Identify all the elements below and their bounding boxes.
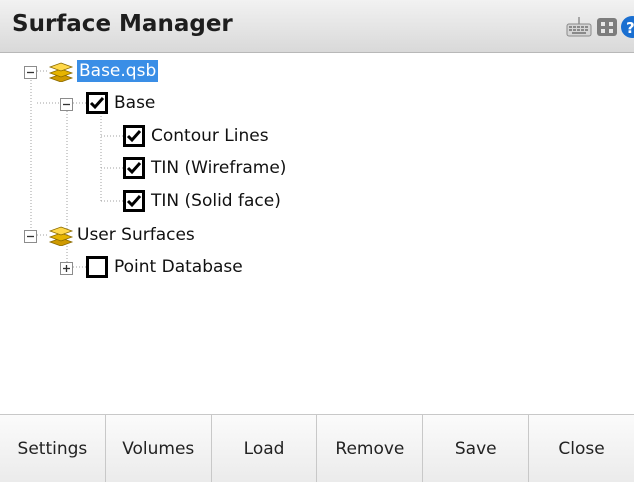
tree-node-label: Base (114, 93, 156, 113)
tree-node-label: Point Database (114, 257, 243, 277)
checkbox-tin-wireframe[interactable] (123, 157, 145, 179)
save-button[interactable]: Save (423, 415, 530, 482)
collapse-toggle[interactable] (24, 228, 37, 243)
tree-node-base-qsb[interactable]: Base.qsb (48, 56, 159, 86)
checkbox-base[interactable] (86, 92, 108, 114)
close-button[interactable]: Close (529, 415, 634, 482)
svg-text:?: ? (626, 19, 634, 37)
tree-node-label: Contour Lines (151, 126, 269, 146)
window-title: Surface Manager (12, 11, 233, 37)
help-icon[interactable]: ? (620, 16, 634, 42)
load-button[interactable]: Load (211, 415, 318, 482)
expand-toggle[interactable] (60, 260, 73, 275)
tree-node-base[interactable]: Base (86, 88, 155, 118)
grid-icon[interactable] (596, 16, 618, 42)
tree-node-label: User Surfaces (77, 225, 195, 245)
tree-node-tin-wireframe[interactable]: TIN (Wireframe) (123, 153, 286, 183)
keyboard-icon[interactable] (566, 16, 592, 42)
layers-icon (48, 60, 74, 83)
tree-node-label: TIN (Solid face) (151, 191, 281, 211)
collapse-toggle[interactable] (24, 64, 37, 79)
settings-button[interactable]: Settings (0, 415, 106, 482)
tree-node-contour-lines[interactable]: Contour Lines (123, 121, 269, 151)
tree-node-point-database[interactable]: Point Database (86, 252, 243, 282)
layers-icon (48, 224, 74, 247)
collapse-toggle[interactable] (60, 96, 73, 111)
volumes-button[interactable]: Volumes (105, 415, 212, 482)
tree-node-label: Base.qsb (77, 60, 159, 82)
button-bar: Settings Volumes Load Remove Save Close (0, 414, 634, 482)
title-bar: Surface Manager ? (0, 0, 634, 53)
tree-node-user-surfaces[interactable]: User Surfaces (48, 220, 195, 250)
checkbox-point-database[interactable] (86, 256, 108, 278)
tree-node-label: TIN (Wireframe) (151, 158, 287, 178)
surface-tree[interactable]: Base.qsb Base Contour Lines TIN (Wirefra… (0, 53, 634, 414)
checkbox-tin-solid-face[interactable] (123, 190, 145, 212)
tree-node-tin-solid-face[interactable]: TIN (Solid face) (123, 186, 281, 216)
remove-button[interactable]: Remove (317, 415, 424, 482)
checkbox-contour-lines[interactable] (123, 125, 145, 147)
